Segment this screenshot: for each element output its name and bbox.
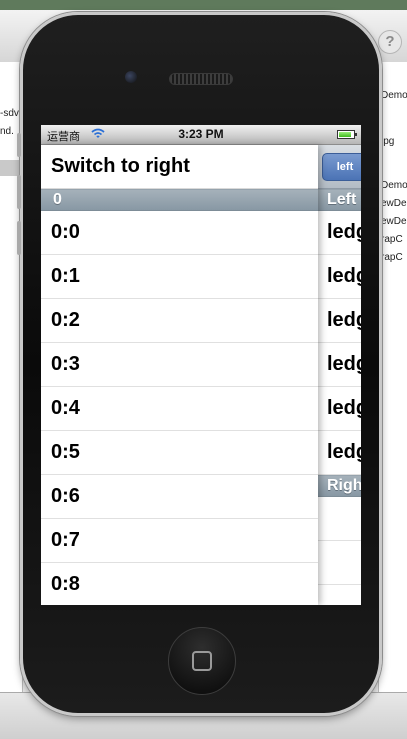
right-pane-text[interactable]: Demo <box>381 90 407 101</box>
earpiece-speaker <box>169 73 233 85</box>
side-row-label: ledg <box>327 441 361 463</box>
section-header-left: Left <box>317 189 361 211</box>
side-row-empty[interactable] <box>317 541 361 585</box>
main-table-panel: Switch to right 0 0:0 0:1 0:2 0:3 0:4 0:… <box>41 145 318 605</box>
switch-to-right-header[interactable]: Switch to right <box>41 145 318 189</box>
side-row[interactable]: ledg <box>317 343 361 387</box>
mute-switch[interactable] <box>17 133 21 157</box>
right-pane-text[interactable]: ewDe <box>381 216 407 227</box>
right-pane-text[interactable]: rapC <box>381 252 403 263</box>
left-button[interactable]: left <box>322 153 361 181</box>
row-label: 0:1 <box>51 265 80 287</box>
side-toolbar: left <box>317 145 361 189</box>
home-button[interactable] <box>168 627 236 695</box>
row-label: 0:0 <box>51 221 80 243</box>
side-row[interactable]: ledg <box>317 387 361 431</box>
right-pane-text[interactable]: rapC <box>381 234 403 245</box>
volume-up-button[interactable] <box>17 175 21 209</box>
row-label: 0:7 <box>51 529 80 551</box>
table-row[interactable]: 0:6 <box>41 475 318 519</box>
battery-icon <box>337 130 357 139</box>
right-pane-text[interactable]: Demo <box>381 180 407 191</box>
table-row[interactable]: 0:3 <box>41 343 318 387</box>
row-label: 0:6 <box>51 485 80 507</box>
home-square-icon <box>192 651 212 671</box>
left-pane-text[interactable]: nd. <box>0 126 14 137</box>
section-header-right: Righ <box>317 475 361 497</box>
section-header-0: 0 <box>41 189 318 211</box>
table-row[interactable]: 0:0 <box>41 211 318 255</box>
front-camera <box>125 71 137 83</box>
row-label: 0:5 <box>51 441 80 463</box>
volume-down-button[interactable] <box>17 221 21 255</box>
side-row-label: ledg <box>327 309 361 331</box>
row-label: 0:2 <box>51 309 80 331</box>
table-row[interactable]: 0:1 <box>41 255 318 299</box>
side-row-label: ledg <box>327 221 361 243</box>
left-pane-text[interactable]: -sdv <box>0 108 19 119</box>
row-label: 0:8 <box>51 573 80 595</box>
side-row[interactable]: ledg <box>317 211 361 255</box>
side-row[interactable]: ledg <box>317 431 361 475</box>
table-row[interactable]: 0:4 <box>41 387 318 431</box>
right-pane-text[interactable]: jpg <box>381 136 394 147</box>
row-label: 0:3 <box>51 353 80 375</box>
side-row[interactable]: ledg <box>317 299 361 343</box>
side-row-empty[interactable] <box>317 497 361 541</box>
side-row-label: ledg <box>327 265 361 287</box>
row-label: 0:4 <box>51 397 80 419</box>
right-inspector-pane <box>378 62 407 692</box>
right-pane-text[interactable]: ewDe <box>381 198 407 209</box>
help-button[interactable]: ? <box>378 30 402 54</box>
status-bar: 运营商 3:23 PM <box>41 125 361 145</box>
table-row[interactable]: 0:7 <box>41 519 318 563</box>
table-row[interactable]: 0:5 <box>41 431 318 475</box>
side-row-empty[interactable] <box>317 585 361 605</box>
side-row-label: ledg <box>327 353 361 375</box>
header-title: Switch to right <box>51 155 190 177</box>
left-selected-row <box>0 160 22 176</box>
side-row[interactable]: ledg <box>317 255 361 299</box>
iphone-screen: 运营商 3:23 PM left Left ledg ledg ledg led… <box>41 125 361 605</box>
table-row[interactable]: 0:2 <box>41 299 318 343</box>
battery-level-fill <box>339 132 351 137</box>
desktop-strip <box>0 0 407 10</box>
right-side-panel: left Left ledg ledg ledg ledg ledg ledg … <box>317 145 361 605</box>
side-row-label: ledg <box>327 397 361 419</box>
table-row[interactable]: 0:8 <box>41 563 318 605</box>
status-time: 3:23 PM <box>178 127 224 141</box>
